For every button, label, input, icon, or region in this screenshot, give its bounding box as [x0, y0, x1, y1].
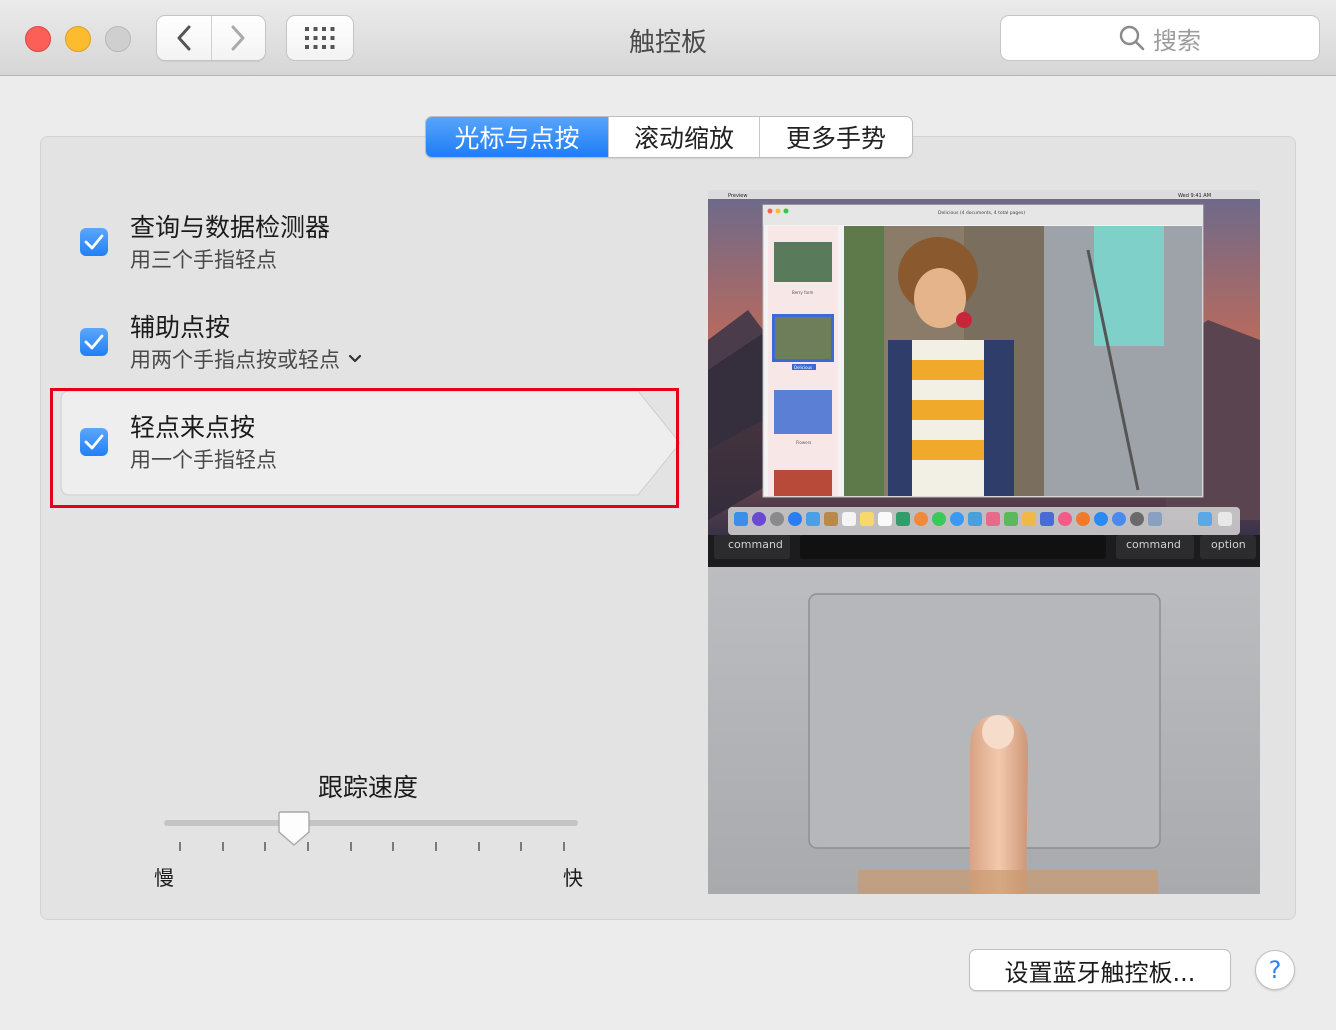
checkmark-icon — [84, 234, 104, 250]
help-button[interactable]: ? — [1255, 950, 1295, 990]
tab-more-gestures[interactable]: 更多手势 — [759, 117, 912, 157]
option-subtitle: 用一个手指轻点 — [130, 448, 277, 472]
checkbox-lookup[interactable] — [80, 228, 108, 256]
key-label: command — [728, 538, 783, 551]
tracking-speed-slider[interactable] — [164, 820, 578, 826]
slider-max-label: 快 — [563, 866, 583, 890]
chevron-down-icon — [348, 354, 362, 363]
title-bar: 触控板 搜索 — [0, 0, 1336, 76]
preview-thumb-label: Delicious — [794, 365, 812, 370]
option-lookup-data-detectors[interactable]: 查询与数据检测器 用三个手指轻点 — [60, 190, 680, 290]
option-title: 辅助点按 — [130, 313, 231, 342]
checkmark-icon — [84, 334, 104, 350]
tracking-speed-label: 跟踪速度 — [318, 773, 419, 802]
option-secondary-click[interactable]: 辅助点按 用两个手指点按或轻点 — [60, 290, 680, 390]
setup-bluetooth-trackpad-button[interactable]: 设置蓝牙触控板... — [969, 949, 1231, 991]
slider-tick — [477, 842, 480, 851]
option-tap-to-click[interactable]: 轻点来点按 用一个手指轻点 — [60, 390, 680, 490]
checkbox-tap-to-click[interactable] — [80, 428, 108, 456]
preview-thumb-label: Berry farm — [792, 290, 813, 295]
search-icon — [1119, 25, 1145, 51]
preview-menubar-app: Preview — [728, 193, 747, 199]
key-label: command — [1126, 538, 1181, 551]
slider-tick — [179, 842, 181, 851]
tab-scroll-and-zoom[interactable]: 滚动缩放 — [608, 117, 759, 157]
tab-point-and-click[interactable]: 光标与点按 — [426, 117, 608, 157]
option-title: 轻点来点按 — [130, 413, 256, 442]
slider-tick — [563, 842, 565, 851]
gesture-preview-video: Preview Wed 9:41 AM Delicious (4 documen… — [708, 190, 1260, 894]
preview-menubar-clock: Wed 9:41 AM — [1178, 193, 1211, 199]
slider-tick — [349, 842, 352, 851]
option-subtitle-dropdown[interactable]: 用两个手指点按或轻点 — [130, 344, 362, 374]
checkmark-icon — [84, 434, 104, 450]
preview-thumb-label: Flowers — [796, 440, 811, 445]
slider-tick — [520, 842, 523, 851]
slider-tick — [221, 842, 224, 851]
tab-bar: 光标与点按 滚动缩放 更多手势 — [425, 116, 913, 158]
slider-tick — [392, 842, 395, 851]
slider-thumb[interactable] — [277, 810, 311, 848]
slider-tick — [264, 842, 267, 851]
option-title: 查询与数据检测器 — [130, 213, 331, 242]
key-label: option — [1211, 538, 1246, 551]
slider-tick — [435, 842, 437, 851]
checkbox-secondary-click[interactable] — [80, 328, 108, 356]
search-placeholder: 搜索 — [1153, 26, 1201, 55]
preview-illustration: Preview Wed 9:41 AM Delicious (4 documen… — [708, 190, 1260, 894]
preview-doc-title: Delicious (4 documents, 4 total pages) — [938, 210, 1025, 216]
search-field[interactable]: 搜索 — [1000, 15, 1320, 61]
option-subtitle: 用三个手指轻点 — [130, 248, 277, 272]
slider-min-label: 慢 — [154, 866, 174, 890]
